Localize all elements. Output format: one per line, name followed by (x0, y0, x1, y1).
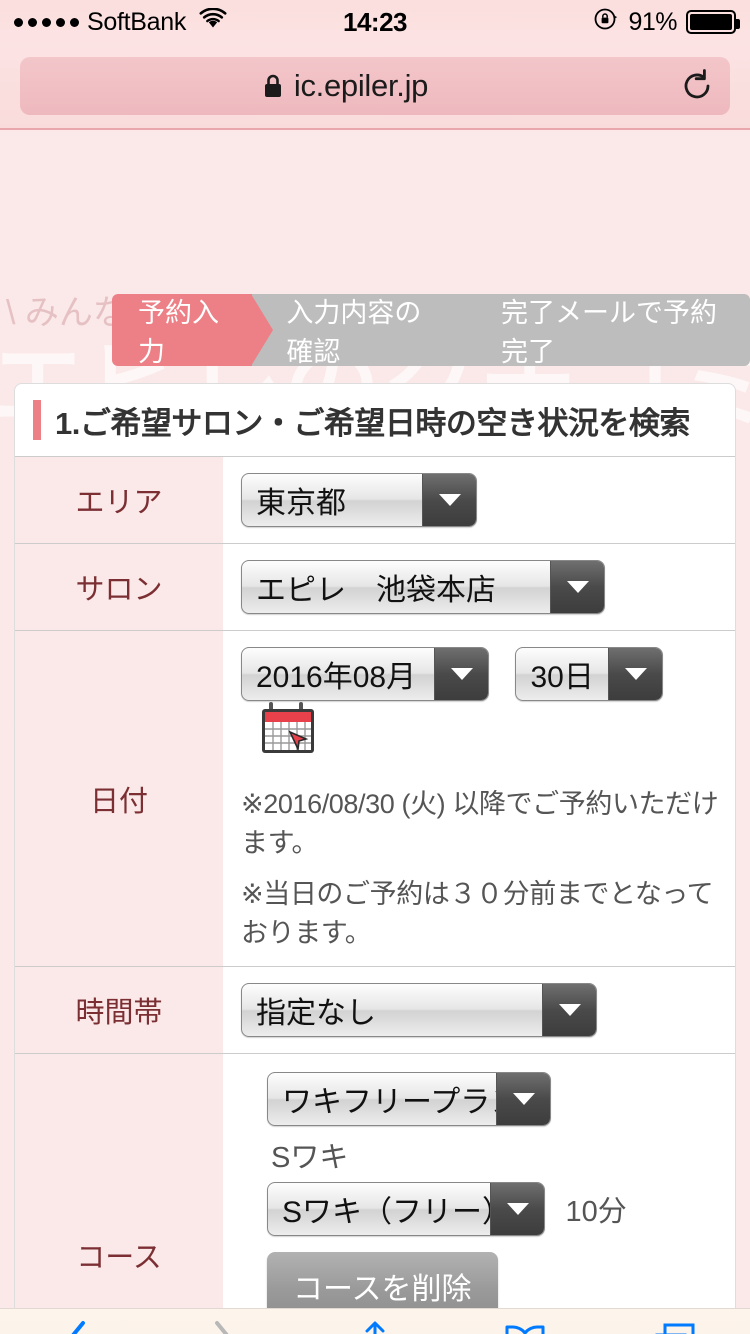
lock-icon (262, 72, 284, 100)
form-row-course: コース ワキフリープラン Sワキ Sワキ（フリー） 10分 コースを削除 (15, 1053, 735, 1334)
step-reservation-input[interactable]: 予約入力 (112, 294, 274, 367)
label-area: エリア (15, 456, 223, 544)
part-row: Sワキ（フリー） 10分 (267, 1182, 735, 1236)
title-accent-bar (33, 400, 41, 440)
step-confirm-input[interactable]: 入力内容の確認 (252, 294, 489, 367)
back-button[interactable] (20, 1309, 130, 1334)
form-row-time: 時間帯 指定なし (15, 966, 735, 1054)
time-select-value: 指定なし (256, 997, 376, 1030)
share-button[interactable] (320, 1309, 430, 1334)
part-select-value: Sワキ（フリー） (282, 1196, 513, 1229)
area-select-value: 東京都 (256, 487, 346, 520)
value-course: ワキフリープラン Sワキ Sワキ（フリー） 10分 コースを削除 (223, 1054, 735, 1334)
value-time: 指定なし (223, 967, 735, 1054)
share-icon (354, 1318, 396, 1334)
form-row-date: 日付 2016年08月 30日 ※2016/08/30 (火) 以降でご予約いた… (15, 630, 735, 967)
label-course: コース (15, 1053, 223, 1334)
part-group-label: Sワキ (271, 1142, 349, 1174)
form-row-salon: サロン エピレ 池袋本店 (15, 543, 735, 631)
wifi-icon (198, 7, 228, 37)
battery-icon (686, 10, 740, 34)
form-title-text: 1.ご希望サロン・ご希望日時の空き状況を検索 (55, 405, 690, 441)
area-select[interactable]: 東京都 (241, 473, 477, 527)
browser-toolbar (0, 1308, 750, 1334)
breadcrumb-steps: 予約入力 入力内容の確認 完了メールで予約完了 (112, 294, 750, 367)
back-icon (58, 1319, 92, 1334)
label-salon: サロン (15, 543, 223, 631)
chevron-down-icon (550, 561, 604, 613)
chevron-down-icon (496, 1073, 550, 1125)
time-select[interactable]: 指定なし (241, 983, 597, 1037)
status-bar-right: 91% (593, 6, 740, 39)
browser-url-bar-container: ic.epiler.jp (0, 44, 750, 130)
calendar-icon[interactable] (257, 701, 319, 764)
day-select-value: 30日 (530, 661, 594, 694)
value-salon: エピレ 池袋本店 (223, 544, 735, 631)
chevron-down-icon (608, 648, 663, 700)
step-complete-mail[interactable]: 完了メールで予約完了 (467, 294, 750, 367)
forward-button[interactable] (170, 1309, 280, 1334)
search-form-card: 1.ご希望サロン・ご希望日時の空き状況を検索 エリア 東京都 サロン エピレ 池… (14, 383, 736, 1334)
date-note-1: ※2016/08/30 (火) 以降でご予約いただけます。 (241, 789, 719, 858)
bookmarks-button[interactable] (470, 1309, 580, 1334)
status-bar-left: SoftBank (14, 7, 228, 37)
form-row-area: エリア 東京都 (15, 456, 735, 544)
rotation-lock-icon (593, 6, 619, 39)
phone-screen: SoftBank 14:23 91% ic.epiler.jp \ 予約入力 入… (0, 0, 750, 1334)
salon-select[interactable]: エピレ 池袋本店 (241, 560, 605, 614)
web-page: \ みんなのクチコミをもとにした評判とランキング / エピレのクチコミ http… (0, 130, 750, 1334)
tabs-button[interactable] (620, 1309, 730, 1334)
form-title: 1.ご希望サロン・ご希望日時の空き状況を検索 (15, 384, 735, 456)
url-bar[interactable]: ic.epiler.jp (20, 57, 730, 115)
value-date: 2016年08月 30日 ※2016/08/30 (火) 以降でご予約いただけま… (223, 631, 735, 967)
reservation-form-table: エリア 東京都 サロン エピレ 池袋本店 日付 2016年08月 30日 ※20… (15, 456, 735, 1334)
step-label: 入力内容の確認 (286, 298, 422, 367)
chevron-down-icon (542, 984, 596, 1036)
step-label: 予約入力 (138, 298, 219, 367)
signal-strength-icon (14, 17, 79, 27)
month-select[interactable]: 2016年08月 (241, 647, 489, 701)
part-select[interactable]: Sワキ（フリー） (267, 1182, 545, 1236)
step-label: 完了メールで予約完了 (501, 298, 718, 367)
value-area: 東京都 (223, 457, 735, 544)
salon-select-value: エピレ 池袋本店 (256, 574, 496, 607)
battery-percent: 91% (628, 7, 677, 36)
tabs-icon (652, 1321, 698, 1334)
chevron-down-icon (434, 648, 488, 700)
status-bar: SoftBank 14:23 91% (0, 0, 750, 44)
carrier-name: SoftBank (87, 7, 187, 36)
label-date: 日付 (15, 630, 223, 967)
month-select-value: 2016年08月 (256, 661, 417, 694)
day-select[interactable]: 30日 (515, 647, 664, 701)
step-chevron-icon (251, 294, 274, 366)
course-duration: 10分 (565, 1196, 627, 1228)
step-chevron-icon (466, 294, 489, 366)
chevron-down-icon (490, 1183, 544, 1235)
plan-select-value: ワキフリープラン (282, 1086, 521, 1119)
forward-icon (208, 1319, 242, 1334)
label-time: 時間帯 (15, 966, 223, 1054)
plan-select[interactable]: ワキフリープラン (267, 1072, 551, 1126)
url-text: ic.epiler.jp (293, 68, 429, 103)
chevron-down-icon (422, 474, 476, 526)
bookmarks-icon (502, 1321, 548, 1334)
date-note-2: ※当日のご予約は３０分前までとなっております。 (241, 879, 714, 948)
